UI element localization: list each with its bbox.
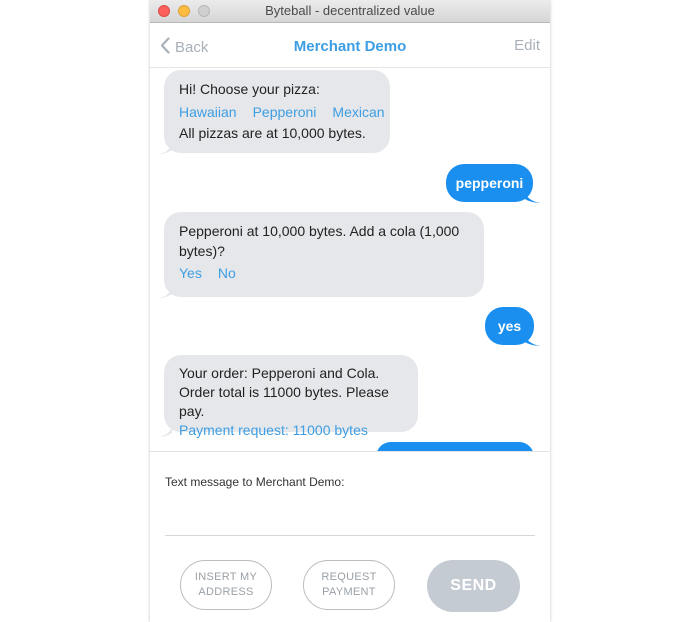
message-text: Pepperoni at 10,000 bytes. Add a cola (1… [179,223,460,239]
message-composer: Text message to Merchant Demo: INSERT MY… [150,451,550,622]
option-hawaiian-link[interactable]: Hawaiian [179,104,237,120]
message-input[interactable] [165,492,535,534]
user-message: pepperoni [446,164,533,202]
message-text: bytes)? [179,243,225,259]
chat-header: Back Merchant Demo Edit [150,23,550,68]
input-underline [165,535,535,536]
option-pepperoni-link[interactable]: Pepperoni [253,104,317,120]
message-list[interactable]: Hi! Choose your pizza: Hawaiian Pepperoni… [150,68,550,451]
payment-request-link[interactable]: Payment request: 11000 bytes [179,421,403,440]
title-bar: Byteball - decentralized value [150,0,550,23]
window-title: Byteball - decentralized value [265,3,435,18]
bot-message: Your order: Pepperoni and Cola. Order to… [164,355,418,438]
message-text: Hi! Choose your pizza: [179,81,320,97]
app-window: Byteball - decentralized value Back Merc… [150,0,550,622]
insert-my-address-button[interactable]: INSERT MY ADDRESS [180,560,272,610]
no-option-link[interactable]: No [218,265,236,281]
message-text: All pizzas are at 10,000 bytes. [179,125,366,141]
chat-title: Merchant Demo [293,38,407,55]
message-text: Order total is 11000 bytes. Please pay. [179,384,389,419]
bot-message: Pepperoni at 10,000 bytes. Add a cola (1… [164,212,484,297]
message-text: Your order: Pepperoni and Cola. [179,365,380,381]
user-message: yes [485,307,534,345]
option-mexican-link[interactable]: Mexican [332,104,384,120]
message-input-label: Text message to Merchant Demo: [165,475,345,489]
bot-message: Hi! Choose your pizza: Hawaiian Pepperoni… [164,70,390,153]
request-payment-button[interactable]: REQUEST PAYMENT [303,560,395,610]
send-button[interactable]: SEND [427,560,520,612]
edit-button[interactable]: Edit [514,37,540,54]
yes-option-link[interactable]: Yes [179,265,202,281]
user-message-partial [376,442,534,451]
